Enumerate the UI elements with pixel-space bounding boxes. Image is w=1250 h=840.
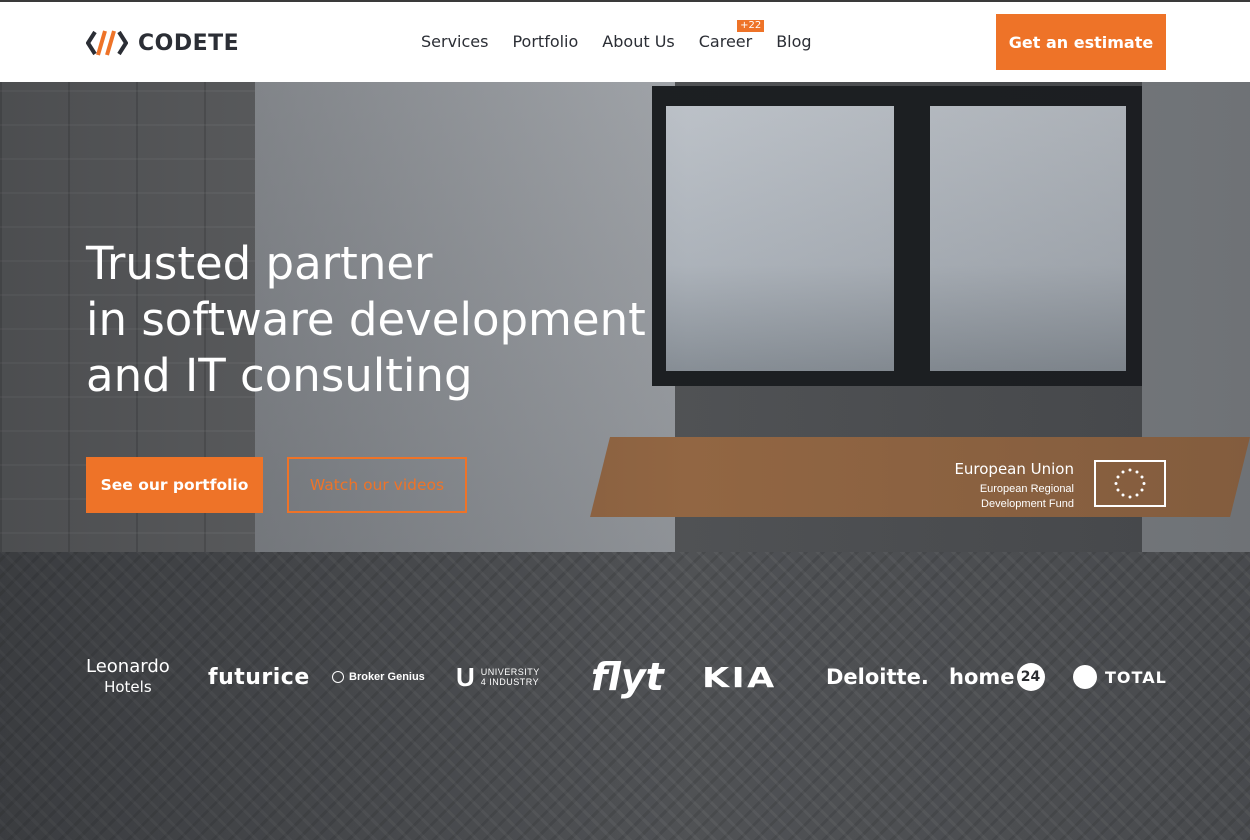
total-ball-icon: [1073, 665, 1097, 689]
watch-videos-button[interactable]: Watch our videos: [287, 457, 467, 513]
hero-title-line: and IT consulting: [86, 349, 473, 402]
site-header: CODETE Services Portfolio About Us Caree…: [0, 2, 1250, 82]
logo-text: 4 INDUSTRY: [480, 677, 540, 687]
codete-logo-icon: [86, 30, 128, 56]
broker-genius-logo: Broker Genius: [332, 652, 425, 702]
logo-text: Hotels: [104, 678, 152, 696]
nav-about-us[interactable]: About Us: [602, 32, 674, 51]
logo-text: TOTAL: [1105, 667, 1167, 687]
logo-text: home: [949, 665, 1015, 689]
nav-services[interactable]: Services: [421, 32, 488, 51]
career-count-badge: +22: [737, 20, 765, 32]
home24-logo: home 24: [949, 652, 1045, 702]
leonardo-hotels-logo: Leonardo Hotels: [86, 652, 170, 702]
eu-funding-badge[interactable]: European Union European Regional Develop…: [930, 460, 1166, 512]
hero-section: Trusted partner in software development …: [0, 82, 1250, 840]
logo-text: UNIVERSITY: [480, 667, 540, 677]
get-estimate-button[interactable]: Get an estimate: [996, 14, 1166, 70]
total-logo: TOTAL: [1073, 652, 1167, 702]
main-nav: Services Portfolio About Us Career +22 B…: [421, 20, 836, 51]
eu-subtitle-line: Development Fund: [981, 498, 1074, 510]
eu-flag-icon: [1094, 460, 1166, 507]
kia-logo: KIA: [702, 660, 777, 694]
codete-logo[interactable]: CODETE: [86, 28, 239, 58]
u-mark-icon: U: [456, 661, 475, 692]
logo-number: 24: [1016, 663, 1045, 691]
client-logos: Leonardo Hotels futurice Broker Genius U…: [86, 652, 1166, 702]
futurice-logo: futurice: [208, 664, 310, 690]
nav-blog[interactable]: Blog: [776, 32, 811, 51]
globe-icon: [332, 671, 344, 683]
nav-career-label: Career: [698, 32, 753, 51]
university-4-industry-logo: U UNIVERSITY 4 INDUSTRY: [456, 652, 540, 702]
flyt-logo: flyt: [591, 655, 664, 699]
nav-portfolio[interactable]: Portfolio: [512, 32, 578, 51]
eu-subtitle: European Regional Development Fund: [980, 482, 1074, 512]
see-portfolio-button[interactable]: See our portfolio: [86, 457, 263, 513]
nav-career[interactable]: Career +22: [698, 20, 765, 51]
deloitte-logo: Deloitte.: [826, 665, 929, 689]
hero-title-line: in software development: [86, 293, 646, 346]
hero-title-line: Trusted partner: [86, 237, 433, 290]
brand-name: CODETE: [138, 30, 240, 56]
logo-text: Leonardo: [86, 656, 170, 677]
hero-title: Trusted partner in software development …: [86, 236, 646, 404]
logo-text: Broker Genius: [349, 671, 425, 683]
eu-title: European Union: [954, 460, 1074, 478]
eu-subtitle-line: European Regional: [979, 483, 1074, 495]
